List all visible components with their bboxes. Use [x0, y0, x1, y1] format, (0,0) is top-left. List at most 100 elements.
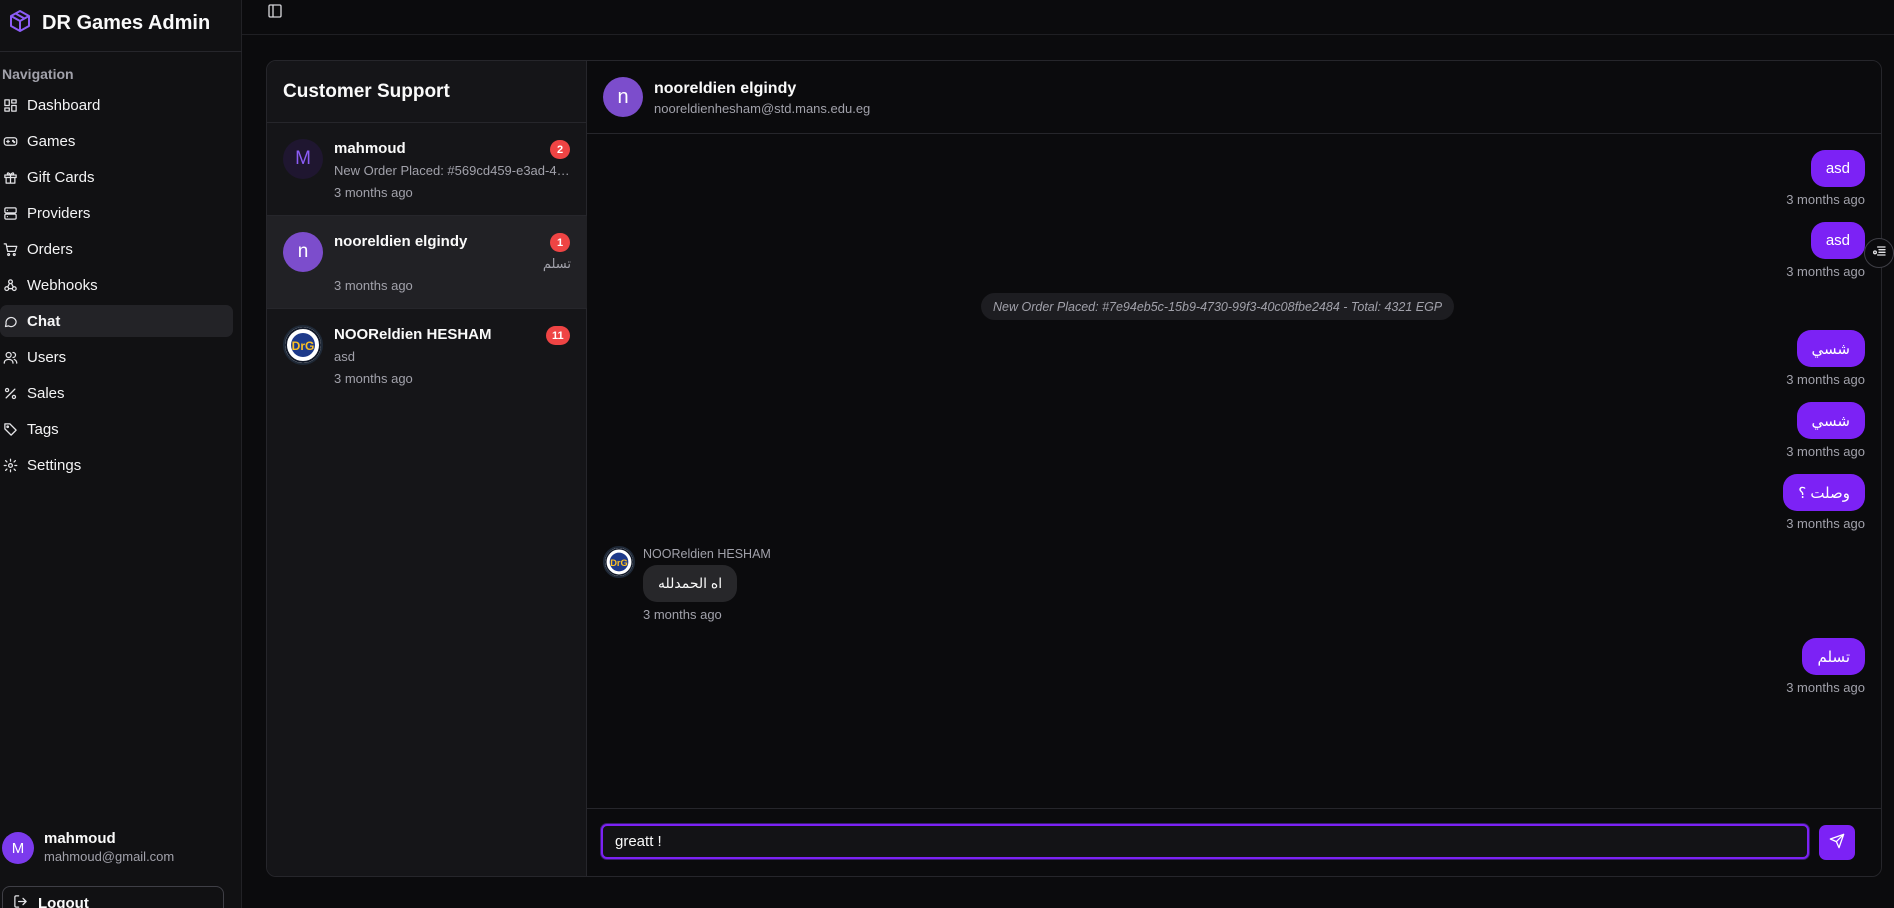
message-composer [587, 808, 1881, 876]
chat-header: n nooreldien elgindy nooreldienhesham@st… [587, 61, 1881, 134]
drg-logo-icon: DrG [285, 327, 321, 363]
sidebar-item-label: Dashboard [27, 96, 101, 114]
sidebar-item-settings[interactable]: Settings [0, 449, 233, 481]
logout-icon [13, 894, 28, 908]
current-user[interactable]: M mahmoud mahmoud@gmail.com [2, 830, 174, 866]
conversation-preview: New Order Placed: #569cd459-e3ad-4f2b-9c… [334, 163, 571, 178]
sidebar-item-label: Orders [27, 240, 73, 258]
conversation-name: nooreldien elgindy [334, 233, 468, 250]
sidebar: DR Games Admin Navigation Dashboard Game… [0, 0, 242, 908]
sidebar-item-tags[interactable]: Tags [0, 413, 233, 445]
message-sender: NOOReldien HESHAM [643, 547, 771, 561]
conversation-item[interactable]: M mahmoud 2 New Order Placed: #569cd459-… [267, 123, 587, 216]
send-icon [1829, 833, 1845, 852]
server-icon [3, 206, 18, 221]
sidebar-item-dashboard[interactable]: Dashboard [0, 89, 233, 121]
conversation-item[interactable]: n nooreldien elgindy 1 تسلم 3 months ago [267, 216, 587, 309]
sidebar-item-users[interactable]: Users [0, 341, 233, 373]
gamepad-icon [3, 134, 18, 149]
panel-title: Customer Support [283, 81, 450, 102]
conversation-item[interactable]: DrG NOOReldien HESHAM 11 asd 3 months ag… [267, 309, 587, 402]
message-time: 3 months ago [1786, 264, 1865, 279]
conversation-time: 3 months ago [334, 185, 413, 200]
message-time: 3 months ago [643, 607, 722, 622]
conversation-name: NOOReldien HESHAM [334, 326, 492, 343]
logout-button[interactable]: Logout [2, 886, 224, 908]
chat-area: n nooreldien elgindy nooreldienhesham@st… [587, 61, 1881, 876]
sidebar-item-webhooks[interactable]: Webhooks [0, 269, 233, 301]
sidebar-item-label: Gift Cards [27, 168, 95, 186]
cube-logo-icon [8, 9, 32, 38]
sidebar-item-orders[interactable]: Orders [0, 233, 233, 265]
admin-app: DR Games Admin Navigation Dashboard Game… [0, 0, 1894, 908]
contact-email: nooreldienhesham@std.mans.edu.eg [654, 101, 871, 116]
support-panel: Customer Support M mahmoud 2 New Order P… [266, 60, 1882, 877]
conversation-time: 3 months ago [334, 278, 413, 293]
webhook-icon [3, 278, 18, 293]
logout-label: Logout [38, 894, 89, 908]
sidebar-item-label: Tags [27, 420, 59, 438]
gear-icon [3, 458, 18, 473]
sidebar-item-label: Games [27, 132, 76, 150]
sidebar-item-chat[interactable]: Chat [0, 305, 233, 337]
percent-icon [3, 386, 18, 401]
conversation-preview: تسلم [542, 256, 571, 271]
unread-badge: 1 [550, 233, 570, 252]
sidebar-item-sales[interactable]: Sales [0, 377, 233, 409]
message-time: 3 months ago [1786, 444, 1865, 459]
message-time: 3 months ago [1786, 192, 1865, 207]
message-bubble-outgoing: asd [1810, 150, 1865, 187]
avatar: n [283, 232, 323, 272]
conversation-name: mahmoud [334, 140, 406, 157]
drg-logo-icon: DrG [605, 548, 633, 576]
brand[interactable]: DR Games Admin [8, 6, 210, 40]
sidebar-toggle-button[interactable] [264, 3, 286, 23]
conversation-preview: asd [334, 349, 355, 364]
message-time: 3 months ago [1786, 372, 1865, 387]
message-time: 3 months ago [1786, 680, 1865, 695]
users-icon [3, 350, 18, 365]
topbar [242, 0, 1894, 35]
cart-icon [3, 242, 18, 257]
sidebar-nav: Dashboard Games Gift Cards Providers Ord… [0, 89, 233, 485]
message-input[interactable] [601, 824, 1809, 859]
send-button[interactable] [1819, 825, 1855, 860]
system-message: New Order Placed: #7e94eb5c-15b9-4730-99… [981, 293, 1455, 320]
list-filter-icon [1871, 243, 1887, 264]
message-bubble-outgoing: شسي [1796, 402, 1865, 439]
panel-left-icon [267, 3, 283, 24]
sidebar-item-label: Settings [27, 456, 82, 474]
user-email: mahmoud@gmail.com [44, 849, 175, 864]
sidebar-item-games[interactable]: Games [0, 125, 233, 157]
conversation-list: Customer Support M mahmoud 2 New Order P… [267, 61, 587, 876]
user-name: mahmoud [44, 830, 116, 847]
unread-badge: 11 [546, 326, 570, 345]
message-bubble-outgoing: asd [1810, 222, 1865, 259]
sidebar-item-label: Providers [27, 204, 91, 222]
sidebar-item-label: Webhooks [27, 276, 98, 294]
sidebar-item-gift-cards[interactable]: Gift Cards [0, 161, 233, 193]
gift-icon [3, 170, 18, 185]
sidebar-item-label: Chat [27, 312, 61, 330]
floating-menu-button[interactable] [1864, 238, 1894, 268]
message-bubble-incoming: اه الحمدلله [643, 565, 738, 602]
dashboard-icon [3, 98, 18, 113]
avatar: DrG [283, 325, 323, 365]
sidebar-item-label: Users [27, 348, 67, 366]
nav-caption: Navigation [2, 66, 74, 82]
chat-icon [3, 314, 18, 329]
message-bubble-outgoing: شسي [1796, 330, 1865, 367]
divider [0, 51, 242, 52]
tag-icon [3, 422, 18, 437]
message-time: 3 months ago [1786, 516, 1865, 531]
sidebar-item-providers[interactable]: Providers [0, 197, 233, 229]
avatar: n [603, 77, 643, 117]
svg-text:DrG: DrG [610, 558, 628, 568]
avatar: M [2, 832, 34, 864]
avatar: M [283, 139, 323, 179]
message-bubble-outgoing: تسلم [1802, 638, 1865, 675]
sidebar-item-label: Sales [27, 384, 65, 402]
user-info: mahmoud mahmoud@gmail.com [44, 830, 174, 866]
avatar: DrG [603, 546, 635, 578]
contact-name: nooreldien elgindy [654, 80, 797, 97]
